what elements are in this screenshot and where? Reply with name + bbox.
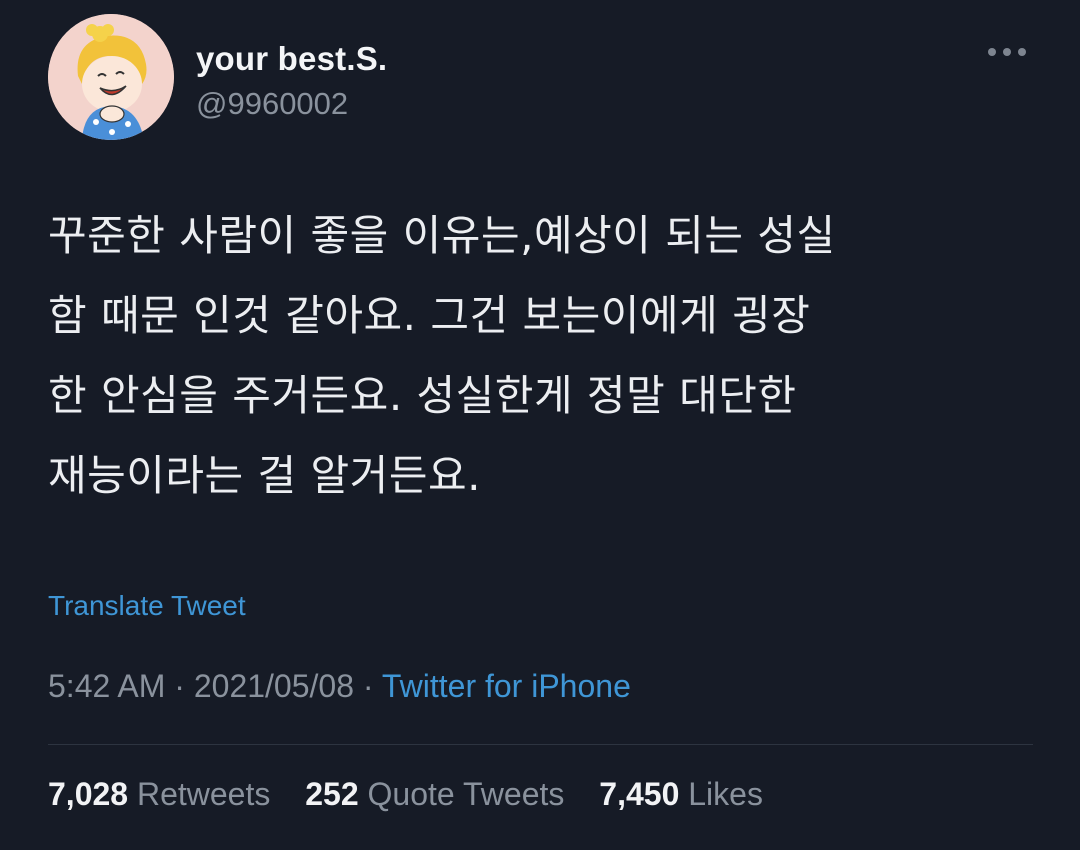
tweet-line: 재능이라는 걸 알거든요. bbox=[48, 451, 481, 500]
tweet-stats: 7,028 Retweets 252 Quote Tweets 7,450 Li… bbox=[48, 776, 789, 813]
retweets-count: 7,028 bbox=[48, 776, 129, 812]
tweet-line: 한 안심을 주거든요. 성실한게 정말 대단한 bbox=[48, 371, 797, 420]
user-handle[interactable]: @9960002 bbox=[196, 86, 348, 122]
likes-count: 7,450 bbox=[599, 776, 680, 812]
quote-tweets-count: 252 bbox=[305, 776, 359, 812]
divider bbox=[48, 744, 1033, 745]
tweet-source-link[interactable]: Twitter for iPhone bbox=[382, 668, 631, 704]
cartoon-girl-avatar-icon bbox=[48, 14, 174, 140]
meta-separator: · bbox=[174, 668, 185, 704]
tweet-header: your best.S. @9960002 bbox=[48, 14, 1038, 144]
tweet-time: 5:42 AM bbox=[48, 668, 166, 704]
avatar[interactable] bbox=[48, 14, 174, 140]
tweet-meta: 5:42 AM · 2021/05/08 · Twitter for iPhon… bbox=[48, 668, 631, 705]
retweets-stat[interactable]: 7,028 Retweets bbox=[48, 776, 270, 812]
tweet-line: 꾸준한 사람이 좋을 이유는,예상이 되는 성실 bbox=[48, 211, 836, 260]
retweets-label: Retweets bbox=[136, 776, 271, 812]
tweet-text: 꾸준한 사람이 좋을 이유는,예상이 되는 성실 함 때문 인것 같아요. 그건… bbox=[48, 196, 1038, 516]
tweet-date[interactable]: 2021/05/08 bbox=[194, 668, 354, 704]
likes-label: Likes bbox=[688, 776, 763, 812]
meta-separator: · bbox=[362, 668, 374, 704]
tweet-line: 함 때문 인것 같아요. 그건 보는이에게 굉장 bbox=[48, 291, 811, 340]
display-name[interactable]: your best.S. bbox=[196, 40, 387, 78]
translate-tweet-link[interactable]: Translate Tweet bbox=[48, 590, 246, 622]
quote-tweets-stat[interactable]: 252 Quote Tweets bbox=[305, 776, 564, 812]
quote-tweets-label: Quote Tweets bbox=[367, 776, 565, 812]
likes-stat[interactable]: 7,450 Likes bbox=[599, 776, 763, 812]
ellipsis-icon[interactable] bbox=[986, 42, 1028, 62]
